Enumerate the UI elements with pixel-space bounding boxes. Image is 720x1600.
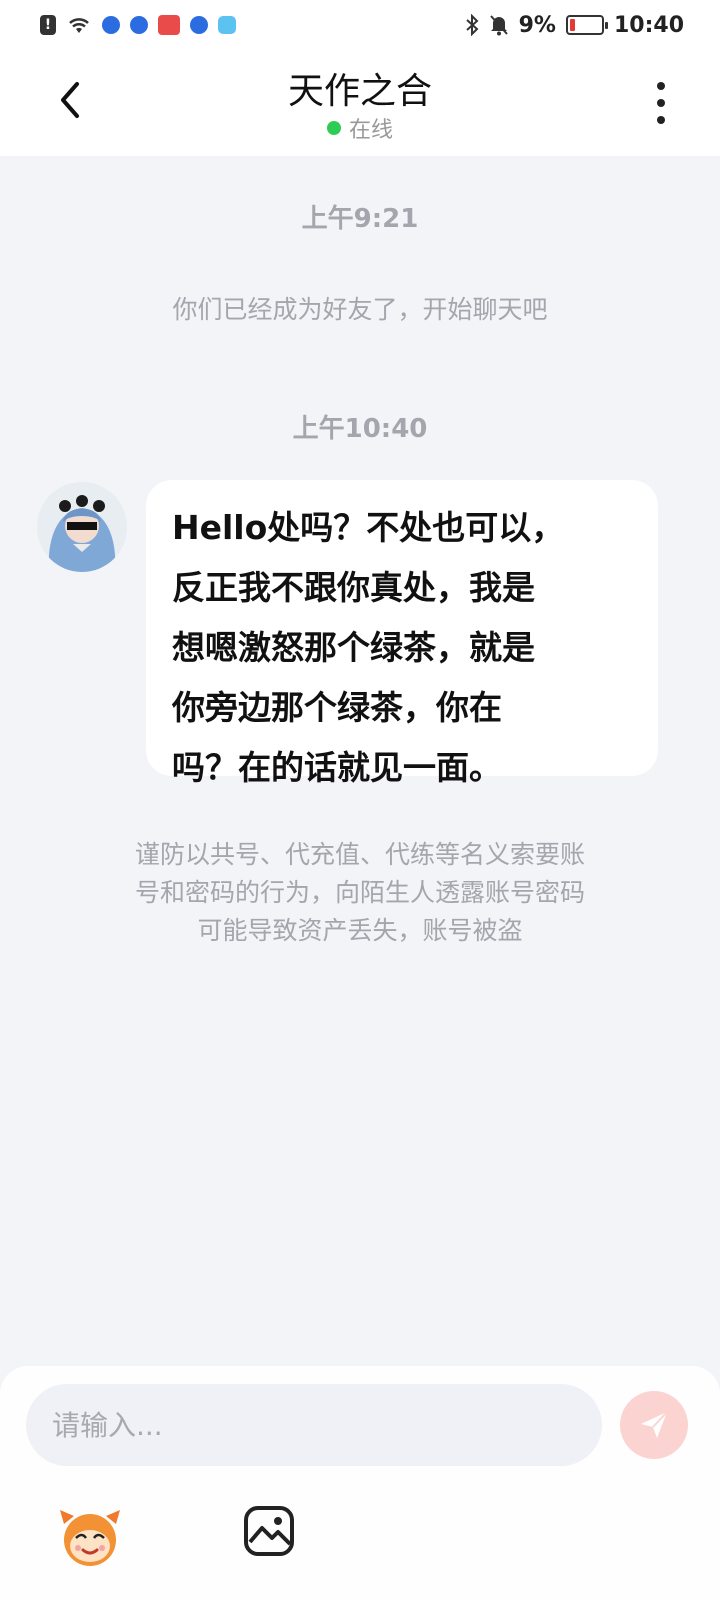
bluetooth-icon — [465, 14, 479, 36]
more-dot-icon — [657, 99, 665, 107]
message-line: 想嗯激怒那个绿茶，就是 — [172, 628, 535, 667]
message-bubble[interactable]: Hello处吗？不处也可以， 反正我不跟你真处，我是 想嗯激怒那个绿茶，就是 你… — [146, 480, 658, 787]
message-input[interactable] — [26, 1384, 602, 1466]
timestamp: 上午9:21 — [301, 204, 419, 234]
chat-header: 天作之合 在线 — [0, 50, 720, 156]
input-panel — [0, 1366, 720, 1600]
message-line: 吗？在的话就见一面。 — [172, 748, 502, 787]
app-icon — [158, 15, 180, 35]
chat-area[interactable]: 上午9:21 你们已经成为好友了，开始聊天吧 上午10:40 Hello处吗？不… — [0, 156, 720, 1366]
more-dot-icon — [657, 82, 665, 90]
send-icon — [641, 1411, 668, 1438]
status-bar-right: 9% 10:40 — [465, 13, 684, 38]
message-line: Hello处吗？不处也可以， — [172, 508, 565, 547]
status-time: 10:40 — [613, 12, 684, 38]
app-icon — [130, 16, 148, 34]
alert-icon: ! — [40, 15, 56, 35]
app-icon — [102, 16, 120, 34]
battery-percent: 9% — [518, 12, 556, 38]
online-status-label: 在线 — [348, 118, 393, 143]
online-status: 在线 — [0, 112, 720, 144]
send-button[interactable] — [620, 1391, 688, 1459]
page-title: 天作之合 — [287, 71, 432, 112]
warning-line: 可能导致资产丢失，账号被盗 — [197, 916, 523, 945]
app-icon — [190, 16, 208, 34]
status-bar-left: ! — [40, 15, 236, 35]
image-icon[interactable] — [242, 1504, 296, 1558]
timestamp: 上午10:40 — [292, 414, 428, 444]
chat-screen: ! 9% 10:40 天作之合 在线 上午9:21 你们已经成为好友了，开始聊天… — [0, 0, 720, 1600]
message-text: Hello处吗？不处也可以， 反正我不跟你真处，我是 想嗯激怒那个绿茶，就是 你… — [172, 498, 636, 798]
avatar[interactable] — [37, 482, 127, 572]
more-dot-icon — [657, 116, 665, 124]
status-bar: ! 9% 10:40 — [0, 0, 720, 50]
system-note: 你们已经成为好友了，开始聊天吧 — [172, 295, 548, 324]
online-dot-icon — [326, 121, 341, 135]
app-icon — [218, 16, 236, 34]
security-warning: 谨防以共号、代充值、代练等名义索要账 号和密码的行为，向陌生人透露账号密码 可能… — [70, 836, 650, 950]
more-options-button[interactable] — [646, 78, 676, 128]
wifi-icon — [66, 15, 92, 35]
message-line: 反正我不跟你真处，我是 — [172, 568, 535, 607]
message-line: 你旁边那个绿茶，你在 — [172, 688, 502, 727]
battery-icon — [565, 15, 608, 35]
warning-line: 号和密码的行为，向陌生人透露账号密码 — [134, 878, 585, 907]
warning-line: 谨防以共号、代充值、代练等名义索要账 — [134, 840, 585, 869]
mute-icon — [489, 14, 509, 36]
emoji-icon[interactable] — [56, 1502, 124, 1570]
